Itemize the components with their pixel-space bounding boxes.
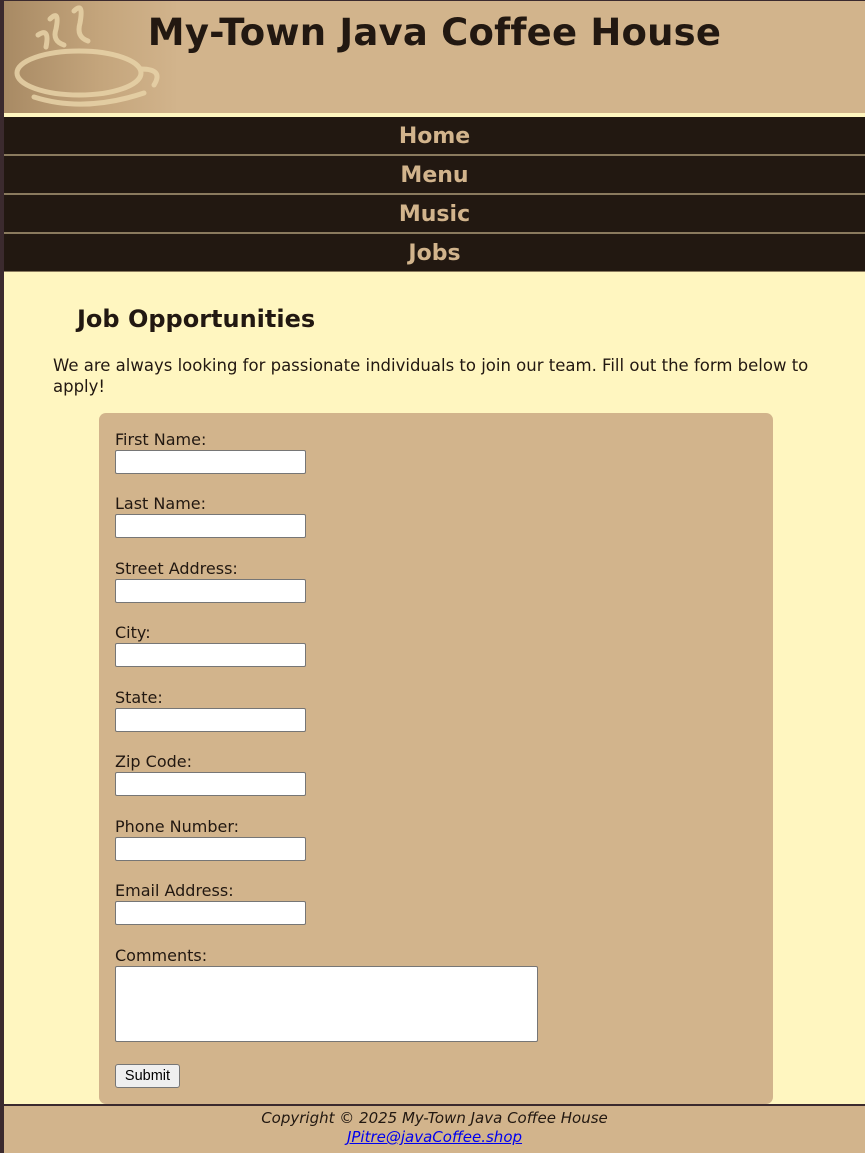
zip-code-input[interactable] <box>115 772 306 796</box>
nav-item-jobs[interactable]: Jobs <box>4 234 865 272</box>
email-address-group: Email Address: <box>115 882 306 925</box>
page-heading: Job Opportunities <box>77 305 316 333</box>
state-group: State: <box>115 689 306 732</box>
contact-email-link[interactable]: JPitre@javaCoffee.shop <box>347 1128 522 1146</box>
street-address-label: Street Address: <box>115 559 238 578</box>
site-header: My-Town Java Coffee House <box>4 0 865 114</box>
last-name-label: Last Name: <box>115 494 207 513</box>
comments-textarea[interactable] <box>115 966 538 1042</box>
phone-number-input[interactable] <box>115 837 306 861</box>
comments-label: Comments: <box>115 946 208 965</box>
zip-code-group: Zip Code: <box>115 753 306 796</box>
submit-button[interactable]: Submit <box>115 1064 180 1088</box>
last-name-input[interactable] <box>115 514 306 538</box>
street-address-group: Street Address: <box>115 560 306 603</box>
email-address-input[interactable] <box>115 901 306 925</box>
first-name-input[interactable] <box>115 450 306 474</box>
nav-item-home[interactable]: Home <box>4 117 865 156</box>
site-footer: Copyright © 2025 My-Town Java Coffee Hou… <box>4 1104 865 1153</box>
site-title: My-Town Java Coffee House <box>147 11 722 54</box>
main-nav: Home Menu Music Jobs <box>4 117 865 272</box>
state-input[interactable] <box>115 708 306 732</box>
last-name-group: Last Name: <box>115 495 306 538</box>
copyright-text: Copyright © 2025 My-Town Java Coffee Hou… <box>261 1109 608 1127</box>
page-wrapper: My-Town Java Coffee House Home Menu Musi… <box>4 0 865 1153</box>
phone-number-group: Phone Number: <box>115 818 306 861</box>
job-application-form: First Name: Last Name: Street Address: C… <box>99 413 773 1104</box>
intro-text: We are always looking for passionate ind… <box>53 356 809 396</box>
state-label: State: <box>115 688 163 707</box>
zip-code-label: Zip Code: <box>115 752 192 771</box>
nav-item-menu[interactable]: Menu <box>4 156 865 195</box>
first-name-group: First Name: <box>115 431 306 474</box>
city-label: City: <box>115 623 151 642</box>
phone-number-label: Phone Number: <box>115 817 240 836</box>
city-group: City: <box>115 624 306 667</box>
comments-group: Comments: <box>115 947 538 1042</box>
city-input[interactable] <box>115 643 306 667</box>
street-address-input[interactable] <box>115 579 306 603</box>
email-address-label: Email Address: <box>115 881 234 900</box>
first-name-label: First Name: <box>115 430 207 449</box>
nav-item-music[interactable]: Music <box>4 195 865 234</box>
